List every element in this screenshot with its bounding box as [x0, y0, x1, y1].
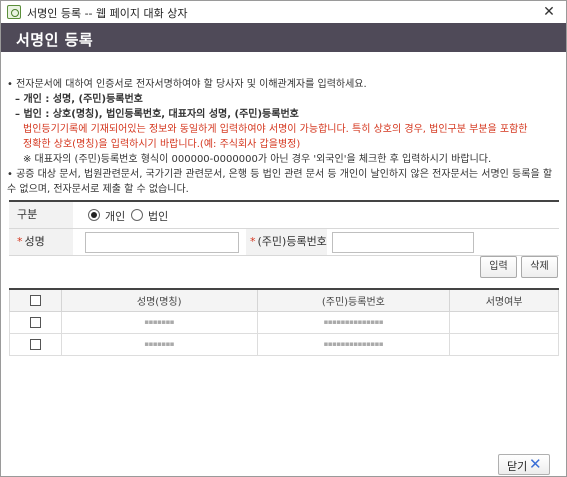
table-row[interactable]: ▪▪▪▪▪▪▪ ▪▪▪▪▪▪▪▪▪▪▪▪▪▪ [9, 332, 559, 356]
required-mark: * [17, 235, 23, 248]
window-close-button[interactable]: ✕ [540, 3, 558, 21]
regno-input[interactable] [332, 232, 474, 253]
name-row: * 성명 * (주민)등록번호 [9, 229, 559, 256]
type-label: 구분 [9, 202, 73, 228]
instruction-warning: 법인등기기록에 기재되어있는 정보와 동일하게 입력하여야 서명이 가능합니다.… [23, 124, 528, 135]
delete-button[interactable]: 삭제 [521, 256, 558, 278]
instruction-line: • 전자문서에 대하여 인증서로 전자서명하여야 할 당사자 및 이해관계자를 … [7, 79, 367, 90]
row-regno-cell: ▪▪▪▪▪▪▪▪▪▪▪▪▪▪ [256, 332, 451, 356]
instruction-individual: – 개인 : 성명, (주민)등록번호 [15, 94, 143, 105]
select-all-checkbox[interactable] [29, 294, 41, 306]
table-row[interactable]: ▪▪▪▪▪▪▪ ▪▪▪▪▪▪▪▪▪▪▪▪▪▪ [9, 310, 559, 334]
name-input[interactable] [85, 232, 239, 253]
input-button[interactable]: 입력 [480, 256, 517, 278]
radio-individual[interactable] [88, 209, 100, 221]
window-title: 서명인 등록 -- 웹 페이지 대화 상자 [27, 7, 188, 20]
signer-form: 구분 개인 법인 * 성명 * (주민)등록번호 [9, 200, 559, 256]
row-checkbox[interactable] [29, 338, 41, 350]
required-mark: * [250, 235, 256, 248]
row-name-cell: ▪▪▪▪▪▪▪ [60, 310, 258, 334]
column-header-regno: (주민)등록번호 [256, 289, 451, 312]
instruction-note: ※ 대표자의 (주민)등록번호 형식이 000000-0000000가 아닌 경… [23, 154, 492, 165]
table-header-row: 성명(명칭) (주민)등록번호 서명여부 [9, 289, 559, 312]
name-label-cell: * 성명 [9, 229, 73, 255]
row-checkbox-cell [9, 332, 62, 356]
radio-corporate-label[interactable]: 법인 [148, 208, 168, 224]
row-signed-cell [449, 310, 559, 334]
instruction-warning-example: 정확한 상호(명칭)을 입력하시기 바랍니다.(예: 주식회사 갑을병정) [23, 139, 301, 150]
row-regno-cell: ▪▪▪▪▪▪▪▪▪▪▪▪▪▪ [256, 310, 451, 334]
column-header-name: 성명(명칭) [60, 289, 258, 312]
type-row: 구분 개인 법인 [9, 202, 559, 229]
instruction-corporate: – 법인 : 상호(명칭), 법인등록번호, 대표자의 성명, (주민)등록번호 [15, 109, 299, 120]
row-checkbox[interactable] [29, 316, 41, 328]
close-icon: ✕ [529, 455, 542, 473]
radio-individual-label[interactable]: 개인 [105, 208, 125, 224]
signer-table: 성명(명칭) (주민)등록번호 서명여부 ▪▪▪▪▪▪▪ ▪▪▪▪▪▪▪▪▪▪▪… [9, 288, 559, 356]
instruction-restriction: • 공증 대상 문서, 법원관련문서, 국가기관 관련문서, 은행 등 법인 관… [7, 169, 553, 195]
instructions: • 전자문서에 대하여 인증서로 전자서명하여야 할 당사자 및 이해관계자를 … [7, 77, 563, 197]
regno-label-cell: * (주민)등록번호 [246, 229, 327, 255]
row-name-cell: ▪▪▪▪▪▪▪ [60, 332, 258, 356]
page-title: 서명인 등록 [16, 31, 94, 49]
dialog-header: 서명인 등록 [1, 23, 566, 52]
close-button-label: 닫기 [507, 460, 528, 473]
dialog-window: 서명인 등록 -- 웹 페이지 대화 상자 ✕ 서명인 등록 • 전자문서에 대… [0, 0, 567, 477]
title-bar: 서명인 등록 -- 웹 페이지 대화 상자 ✕ [1, 1, 566, 23]
row-checkbox-cell [9, 310, 62, 334]
select-all-cell [9, 289, 62, 312]
radio-corporate[interactable] [131, 209, 143, 221]
column-header-signed: 서명여부 [449, 289, 559, 312]
row-signed-cell [449, 332, 559, 356]
browser-app-icon [7, 5, 21, 19]
name-label: 성명 [24, 235, 45, 248]
close-button[interactable]: 닫기 ✕ [498, 454, 550, 475]
regno-label: (주민)등록번호 [257, 235, 327, 248]
